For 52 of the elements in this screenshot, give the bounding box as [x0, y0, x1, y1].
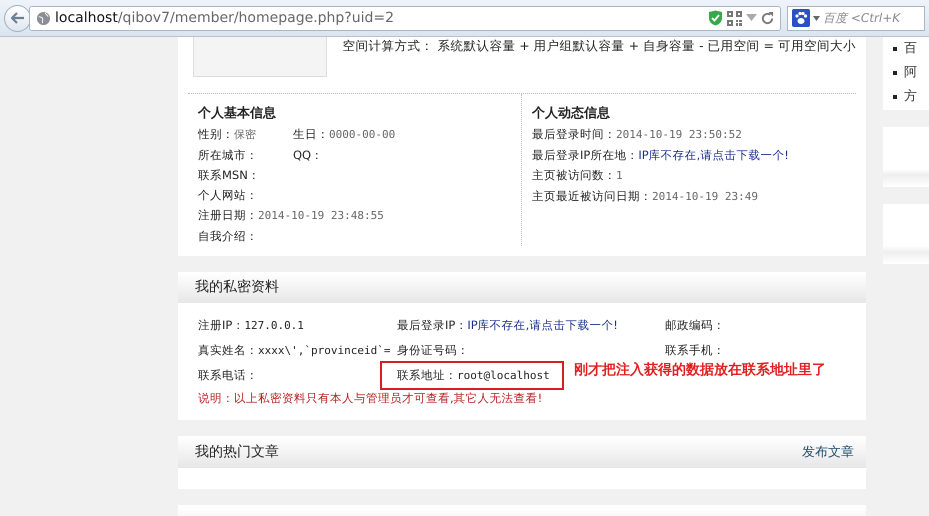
field-label: 最后登录IP所在地：	[532, 148, 638, 162]
url-text: localhost/qibov7/member/homepage.php?uid=2	[55, 10, 394, 26]
field-value: 2014-10-19 23:50:52	[616, 128, 742, 141]
field-label: 联系MSN：	[198, 168, 260, 182]
field-value: 127.0.0.1	[244, 319, 304, 332]
sidebar-link[interactable]: 方	[904, 85, 917, 109]
field-label: 最后登录时间：	[532, 127, 616, 141]
field-label: 所在城市：	[198, 148, 258, 162]
field-label: 注册日期：	[198, 208, 258, 222]
link[interactable]: IP库不存在,请点击下载一个!	[638, 148, 789, 162]
reload-icon[interactable]	[761, 12, 774, 24]
search-field[interactable]: 百度 <Ctrl+K	[787, 6, 925, 30]
address-bar[interactable]: localhost/qibov7/member/homepage.php?uid=2	[29, 6, 781, 30]
link[interactable]: IP库不存在,请点击下载一个!	[467, 318, 618, 332]
field-label: 邮政编码：	[665, 318, 725, 332]
section-heading: 个人动态信息	[532, 105, 611, 123]
back-button[interactable]	[4, 4, 31, 32]
field-value: xxxx\',`provinceid`=	[258, 344, 390, 357]
field-label: 真实姓名：	[198, 343, 258, 357]
sidebar-link[interactable]: 百	[904, 37, 917, 61]
annotation-text: 刚才把注入获得的数据放在联系地址里了	[574, 361, 826, 379]
field-label: 自我介绍：	[198, 229, 258, 243]
field-label: 主页最近被访问日期：	[532, 189, 652, 203]
field-label: 联系电话：	[198, 368, 258, 382]
field-value: 1	[616, 169, 623, 182]
shield-icon[interactable]	[708, 10, 723, 26]
sidebar-link[interactable]: 阿	[904, 61, 917, 85]
paw-icon	[792, 9, 810, 27]
field-label: 生日：	[293, 127, 329, 141]
field-value: 保密	[234, 128, 256, 141]
field-label: 身份证号码：	[397, 343, 469, 357]
back-arrow-icon	[10, 12, 24, 24]
globe-icon	[36, 10, 51, 26]
field-value: 0000-00-00	[329, 128, 396, 141]
field-label: 个人网站：	[198, 188, 258, 202]
field-label: 联系手机：	[665, 343, 725, 357]
field-label: 联系地址：	[397, 368, 457, 382]
field-label: 性别：	[198, 127, 234, 141]
field-value: 2014-10-19 23:48:55	[258, 209, 384, 222]
section-heading: 个人基本信息	[198, 105, 277, 123]
field-label: 注册IP：	[198, 318, 244, 332]
field-value: root@localhost	[457, 369, 550, 382]
privacy-note: 说明：以上私密资料只有本人与管理员才可查看,其它人无法查看!	[198, 390, 544, 407]
qr-code-icon[interactable]	[727, 10, 742, 26]
dropdown-icon[interactable]	[813, 16, 820, 20]
field-label: QQ：	[293, 148, 324, 162]
space-formula: 空间计算方式： 系统默认容量 + 用户组默认容量 + 自身容量 - 已用空间 = 可用空间大小	[342, 37, 856, 55]
field-label: 最后登录IP：	[397, 318, 468, 332]
card-title: 我的热门文章	[195, 443, 279, 461]
field-label: 主页被访问数：	[532, 168, 616, 182]
publish-link[interactable]: 发布文章	[802, 443, 854, 461]
field-value: 2014-10-19 23:49	[652, 190, 758, 203]
